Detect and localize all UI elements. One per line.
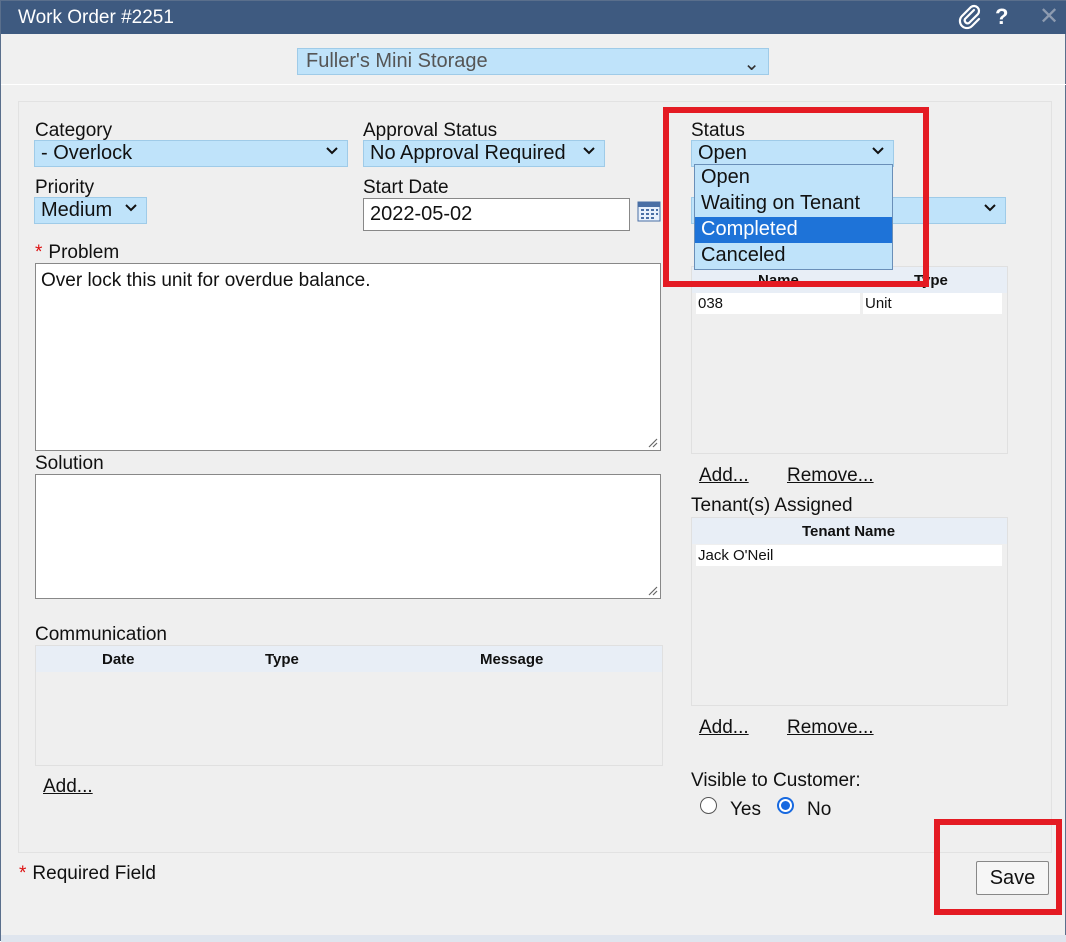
calendar-icon[interactable]	[637, 200, 661, 222]
solution-textarea[interactable]	[35, 474, 661, 599]
problem-label: * Problem	[35, 242, 119, 264]
required-field-text: Required Field	[32, 863, 156, 884]
required-mark: *	[19, 863, 27, 884]
tenants-grid: Tenant Name Jack O'Neil	[691, 517, 1008, 706]
column-header-message[interactable]: Message	[480, 651, 543, 668]
facility-selected: Fuller's Mini Storage	[306, 50, 488, 72]
title-bar: Work Order #2251 ? ✕	[1, 1, 1066, 34]
problem-text: Over lock this unit for overdue balance.	[41, 270, 371, 291]
column-header-date[interactable]: Date	[102, 651, 135, 668]
visible-no-radio[interactable]	[777, 797, 794, 814]
tenants-grid-header: Tenant Name	[692, 518, 1007, 544]
unit-type-cell[interactable]: Unit	[863, 293, 1002, 314]
category-selected: - Overlock	[41, 142, 133, 164]
units-remove-link[interactable]: Remove...	[787, 465, 874, 487]
unit-name-cell[interactable]: 038	[696, 293, 860, 314]
required-mark: *	[35, 242, 43, 263]
category-select[interactable]: - Overlock	[34, 140, 348, 167]
approval-status-selected: No Approval Required	[370, 142, 566, 164]
tenants-label: Tenant(s) Assigned	[691, 495, 853, 516]
work-order-dialog: Work Order #2251 ? ✕ Fuller's Mini Stora…	[0, 0, 1066, 942]
resize-grip-icon[interactable]	[646, 584, 658, 596]
tenants-remove-link[interactable]: Remove...	[787, 717, 874, 739]
approval-status-label: Approval Status	[363, 120, 498, 141]
chevron-down-icon	[983, 201, 997, 220]
start-date-label: Start Date	[363, 177, 449, 198]
facility-select[interactable]: Fuller's Mini Storage ⌄	[297, 48, 769, 75]
priority-selected: Medium	[41, 199, 113, 221]
visible-yes-label[interactable]: Yes	[730, 799, 761, 821]
resize-grip-icon[interactable]	[646, 436, 658, 448]
header-divider	[1, 84, 1066, 85]
chevron-down-icon	[325, 144, 339, 163]
status-highlight-box	[663, 107, 929, 287]
priority-label: Priority	[35, 177, 95, 198]
communication-grid-header: Date Type Message	[36, 646, 662, 672]
visible-no-label[interactable]: No	[807, 799, 831, 821]
communication-grid: Date Type Message	[35, 645, 663, 766]
column-header-tenant-name[interactable]: Tenant Name	[802, 523, 895, 540]
column-header-type[interactable]: Type	[265, 651, 299, 668]
category-label: Category	[35, 120, 113, 141]
start-date-input[interactable]: 2022-05-02	[363, 198, 630, 231]
chevron-down-icon	[582, 144, 596, 163]
paperclip-icon[interactable]	[958, 4, 982, 36]
problem-textarea[interactable]: Over lock this unit for overdue balance.	[35, 263, 661, 451]
visible-yes-radio[interactable]	[700, 797, 717, 814]
chevron-down-icon: ⌄	[743, 53, 760, 75]
required-field-note: * Required Field	[19, 863, 156, 885]
problem-label-text: Problem	[48, 242, 120, 263]
tenant-name-cell[interactable]: Jack O'Neil	[696, 545, 1002, 566]
window-title: Work Order #2251	[18, 7, 174, 28]
save-highlight-box	[934, 819, 1062, 915]
solution-label: Solution	[35, 453, 104, 474]
approval-status-select[interactable]: No Approval Required	[363, 140, 605, 167]
help-icon[interactable]: ?	[995, 4, 1008, 30]
tenants-add-link[interactable]: Add...	[699, 717, 749, 739]
visible-to-customer-label: Visible to Customer:	[691, 770, 861, 791]
chevron-down-icon	[124, 201, 138, 220]
communication-add-link[interactable]: Add...	[43, 776, 93, 798]
close-icon[interactable]: ✕	[1039, 2, 1059, 31]
priority-select[interactable]: Medium	[34, 197, 147, 224]
units-add-link[interactable]: Add...	[699, 465, 749, 487]
units-grid: Name Type 038 Unit	[691, 266, 1008, 454]
communication-label: Communication	[35, 624, 167, 645]
